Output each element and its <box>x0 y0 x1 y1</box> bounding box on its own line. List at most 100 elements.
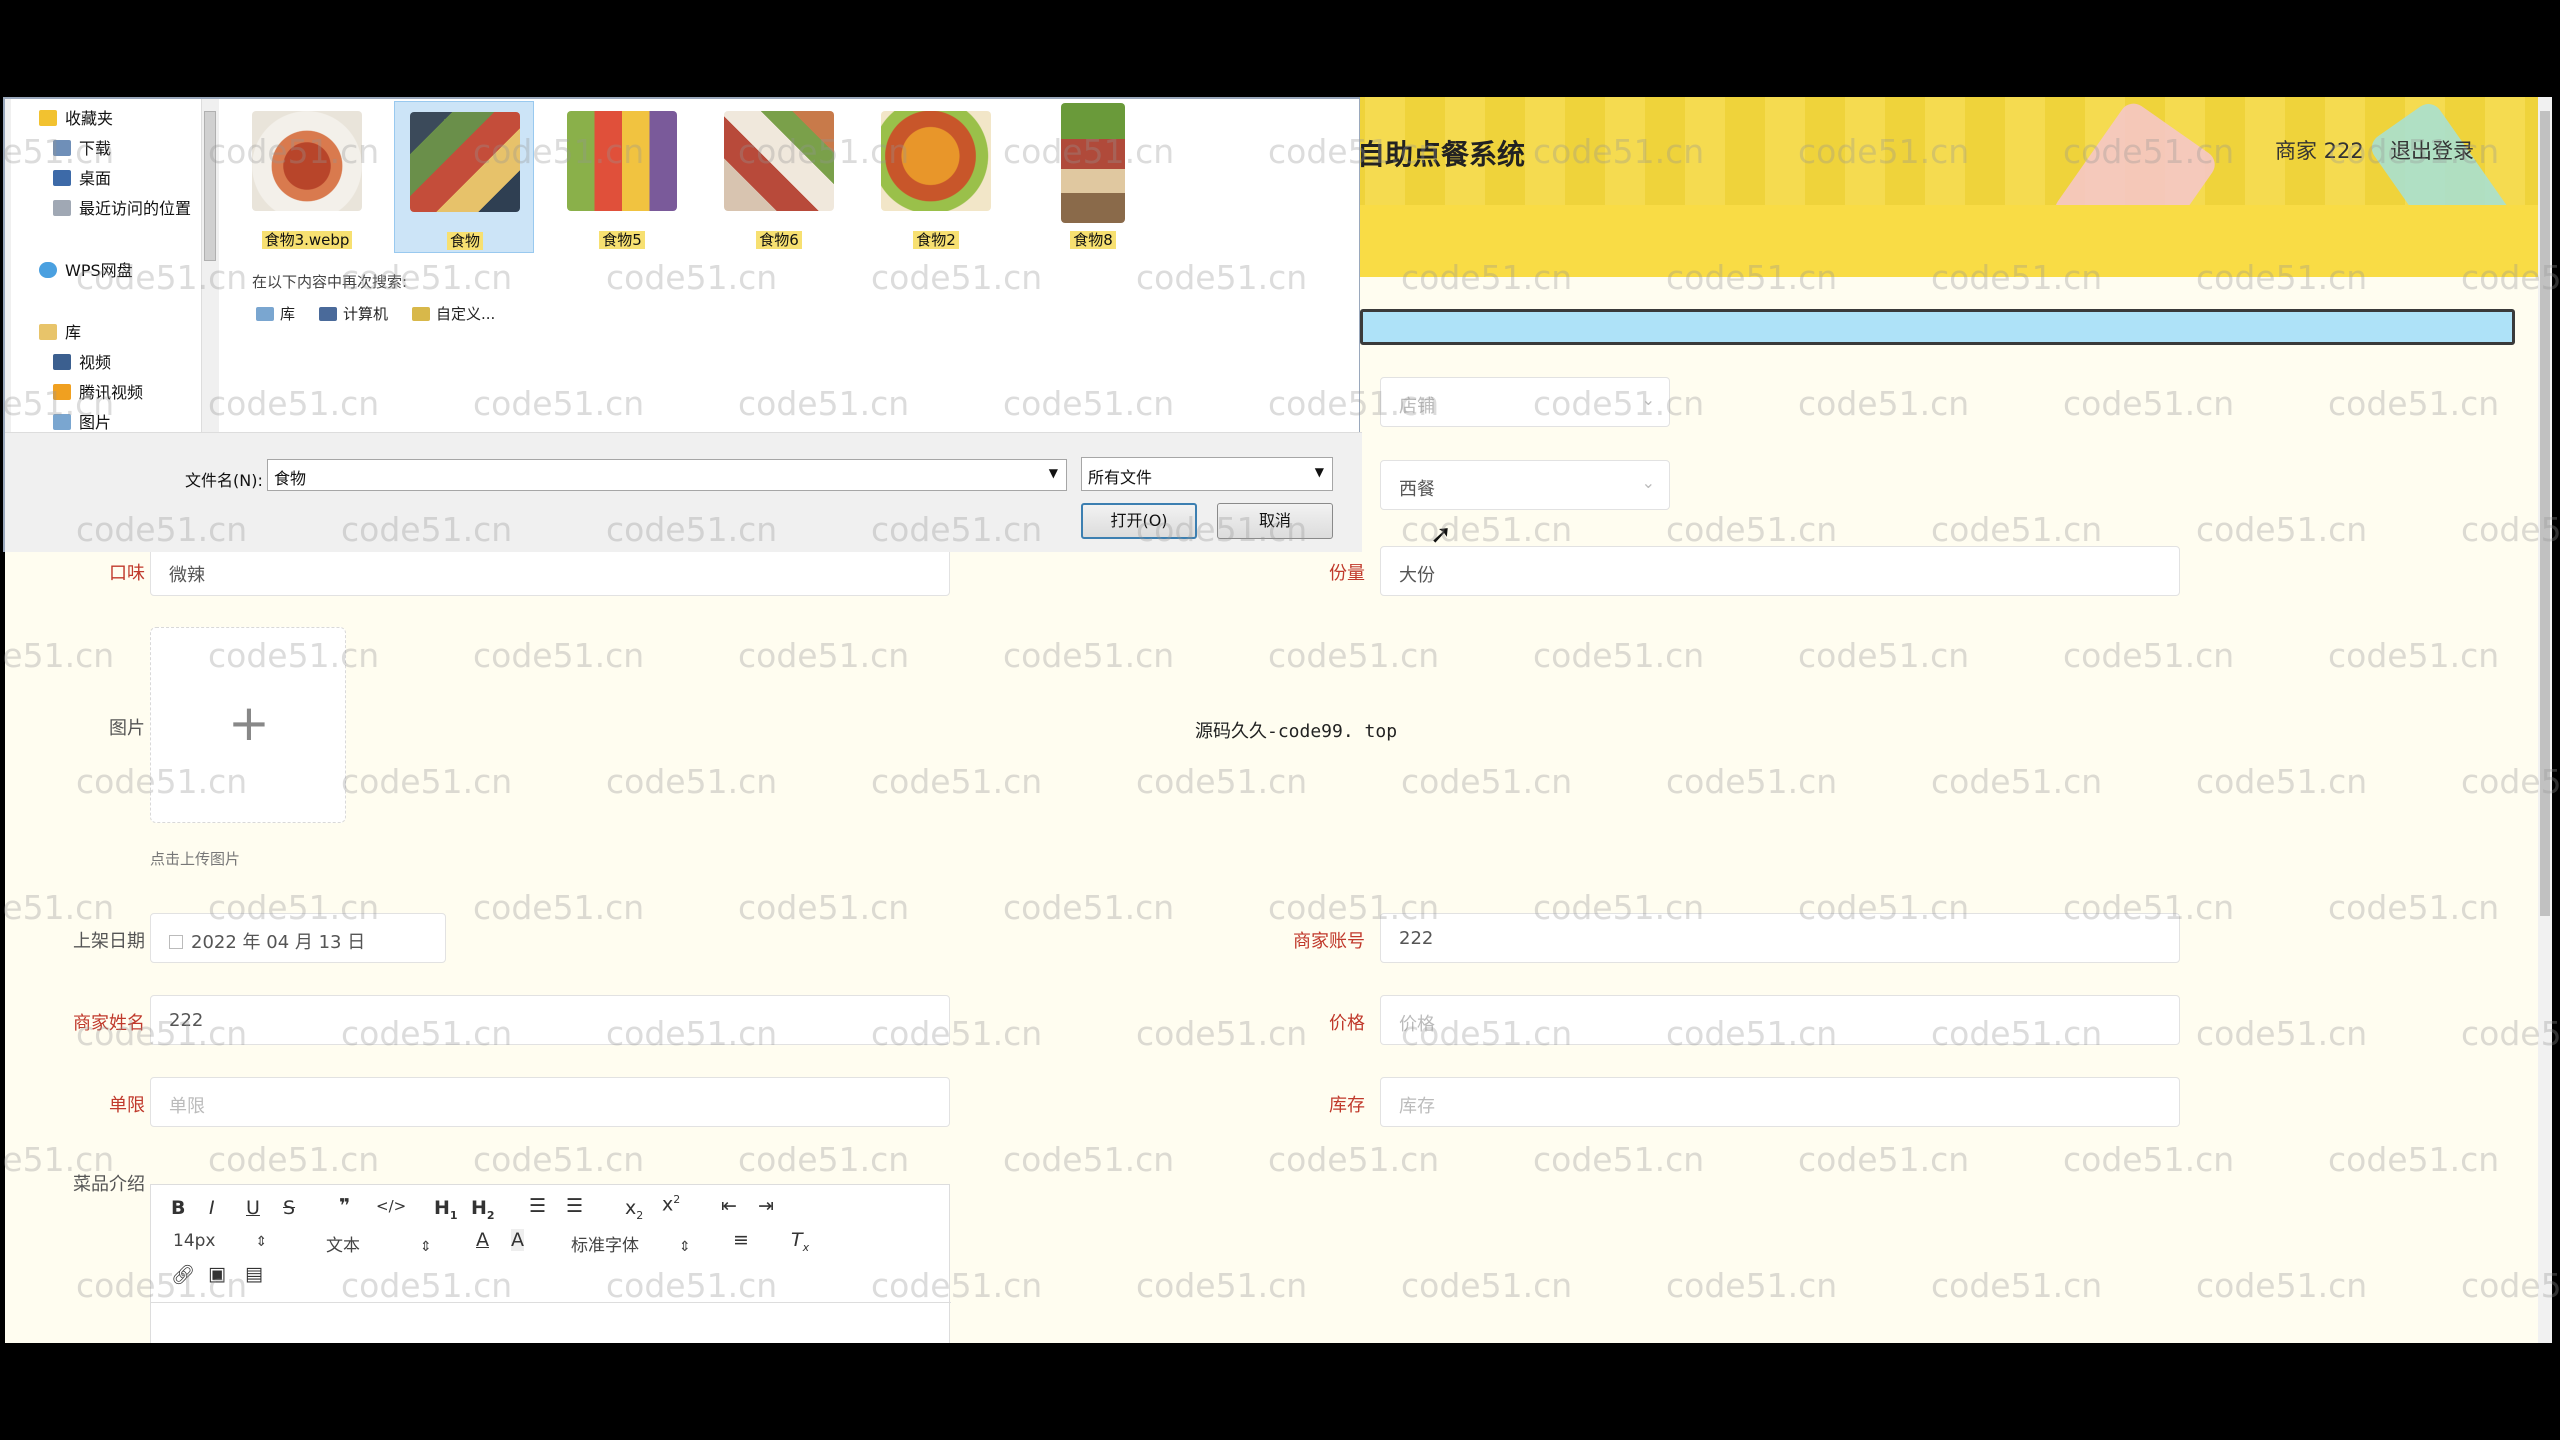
category-select-value: 西餐 <box>1399 479 1435 500</box>
list-date-value: 2022 年 04 月 13 日 <box>191 932 366 953</box>
search-computer-link[interactable]: 计算机 <box>319 303 388 324</box>
navigation-pane: 收藏夹 下载 桌面 最近访问的位置 WPS网盘 库 视频 腾讯视频 图片 <box>11 99 207 432</box>
video-icon[interactable]: ▤ <box>245 1263 263 1285</box>
file-name: 食物3.webp <box>237 229 377 250</box>
file-name: 食物6 <box>709 229 849 250</box>
taste-input[interactable]: 微辣 <box>150 546 950 596</box>
nav-video[interactable]: 视频 <box>53 349 111 373</box>
rich-text-editor[interactable]: B I U S ❞ </> H1 H2 ☰ ☰ x2 x2 ⇤ ⇥ 14px ⇕ … <box>150 1184 951 1343</box>
file-name: 食物8 <box>1023 229 1163 250</box>
nav-tencent-video[interactable]: 腾讯视频 <box>53 379 143 403</box>
nav-wps[interactable]: WPS网盘 <box>39 257 133 281</box>
font-color-icon[interactable]: A <box>476 1229 489 1251</box>
nav-downloads[interactable]: 下载 <box>53 135 111 159</box>
nav-tencent-video-label: 腾讯视频 <box>79 383 144 402</box>
search-library-link[interactable]: 库 <box>256 303 295 324</box>
file-item[interactable]: 食物8 <box>1023 101 1163 253</box>
nav-video-label: 视频 <box>79 353 112 372</box>
system-title: 自助点餐系统 <box>1357 138 1526 171</box>
calendar-icon <box>169 935 183 949</box>
nav-favorites[interactable]: 收藏夹 <box>39 105 113 129</box>
downloads-icon <box>53 140 71 156</box>
search-library-label: 库 <box>280 305 296 323</box>
nav-recent-label: 最近访问的位置 <box>79 199 192 218</box>
file-item[interactable]: 食物6 <box>709 101 849 253</box>
dropdown-arrow-icon[interactable]: ▼ <box>1049 466 1058 480</box>
file-thumbnail <box>567 111 677 211</box>
text-type-select[interactable]: 文本 ⇕ <box>326 1231 432 1256</box>
align-icon[interactable]: ≡ <box>733 1229 749 1251</box>
merchant-name-input[interactable]: 222 <box>150 995 950 1045</box>
indent-icon[interactable]: ⇥ <box>758 1195 774 1217</box>
updown-icon: ⇕ <box>420 1239 432 1255</box>
logout-link[interactable]: 退出登录 <box>2390 135 2474 165</box>
tencent-video-icon <box>53 384 71 400</box>
chevron-down-icon: ⌄ <box>1641 473 1655 492</box>
nav-recent[interactable]: 最近访问的位置 <box>53 195 191 219</box>
nav-pictures[interactable]: 图片 <box>53 409 111 433</box>
price-label: 价格 <box>1329 1013 1365 1034</box>
filename-value: 食物 <box>274 469 307 488</box>
nav-desktop[interactable]: 桌面 <box>53 165 111 189</box>
image-upload[interactable]: + <box>150 627 346 823</box>
plus-icon: + <box>228 694 270 752</box>
merchant-account-label: 商家账号 <box>1293 931 1365 952</box>
intro-label: 菜品介绍 <box>73 1174 145 1195</box>
portion-input[interactable]: 大份 <box>1380 546 2180 596</box>
page-scrollbar-thumb[interactable] <box>2540 111 2550 916</box>
outdent-icon[interactable]: ⇤ <box>721 1195 737 1217</box>
font-size-value: 14px <box>173 1231 216 1251</box>
open-button[interactable]: 打开(O) <box>1081 503 1197 539</box>
cloud-icon <box>39 262 57 278</box>
file-item[interactable]: 食物5 <box>552 101 692 253</box>
search-custom-link[interactable]: 自定义... <box>412 303 495 324</box>
filetype-value: 所有文件 <box>1088 468 1153 487</box>
bullet-list-icon[interactable]: ☰ <box>566 1195 583 1217</box>
font-family-select[interactable]: 标准字体 ⇕ <box>571 1231 691 1256</box>
file-thumbnail <box>1061 103 1125 223</box>
price-input[interactable]: 价格 <box>1380 995 2180 1045</box>
nav-pictures-label: 图片 <box>79 413 112 432</box>
file-item[interactable]: 食物2 <box>866 101 1006 253</box>
background-color-icon[interactable]: A <box>511 1229 524 1251</box>
category-select[interactable]: 西餐 ⌄ <box>1380 460 1670 510</box>
font-size-select[interactable]: 14px ⇕ <box>173 1231 267 1251</box>
filetype-select[interactable]: 所有文件 ▼ <box>1081 457 1333 491</box>
shop-select[interactable]: 店铺 ⌄ <box>1380 377 1670 427</box>
page-scrollbar[interactable] <box>2538 97 2552 1343</box>
merchant-account-input[interactable]: 222 <box>1380 913 2180 963</box>
bold-icon[interactable]: B <box>171 1197 185 1219</box>
clear-format-icon[interactable]: Tx <box>791 1229 809 1254</box>
strike-icon[interactable]: S <box>283 1197 295 1219</box>
folder-icon <box>412 307 430 321</box>
stock-input[interactable]: 库存 <box>1380 1077 2180 1127</box>
editor-toolbar: B I U S ❞ </> H1 H2 ☰ ☰ x2 x2 ⇤ ⇥ 14px ⇕ … <box>151 1185 951 1303</box>
nav-library[interactable]: 库 <box>39 319 81 343</box>
quote-icon[interactable]: ❞ <box>339 1195 350 1217</box>
updown-icon: ⇕ <box>255 1234 268 1250</box>
file-item[interactable]: 食物3.webp <box>237 101 377 253</box>
heading2-icon[interactable]: H2 <box>471 1197 495 1222</box>
image-icon[interactable]: ▣ <box>208 1263 226 1285</box>
stock-label: 库存 <box>1329 1095 1365 1116</box>
heading1-icon[interactable]: H1 <box>434 1197 458 1222</box>
limit-input[interactable]: 单限 <box>150 1077 950 1127</box>
superscript-icon[interactable]: x2 <box>662 1193 680 1215</box>
cancel-button[interactable]: 取消 <box>1217 503 1333 539</box>
filename-input[interactable]: 食物 ▼ <box>267 459 1067 491</box>
code-icon[interactable]: </> <box>376 1197 406 1215</box>
nav-scrollbar-thumb[interactable] <box>204 111 216 261</box>
shop-select-placeholder: 店铺 <box>1399 396 1435 417</box>
nav-scrollbar[interactable] <box>201 99 217 432</box>
ordered-list-icon[interactable]: ☰ <box>529 1195 546 1217</box>
underline-icon[interactable]: U <box>246 1197 260 1219</box>
taste-label: 口味 <box>109 563 145 584</box>
file-item-selected[interactable]: 食物 <box>394 101 534 253</box>
list-date-picker[interactable]: 2022 年 04 月 13 日 <box>150 913 446 963</box>
subscript-icon[interactable]: x2 <box>625 1197 643 1222</box>
link-icon[interactable]: 🔗︎ <box>171 1263 195 1286</box>
updown-icon: ⇕ <box>679 1239 691 1255</box>
italic-icon[interactable]: I <box>209 1197 215 1219</box>
file-name: 食物 <box>395 230 535 251</box>
filename-label: 文件名(N): <box>185 471 263 490</box>
